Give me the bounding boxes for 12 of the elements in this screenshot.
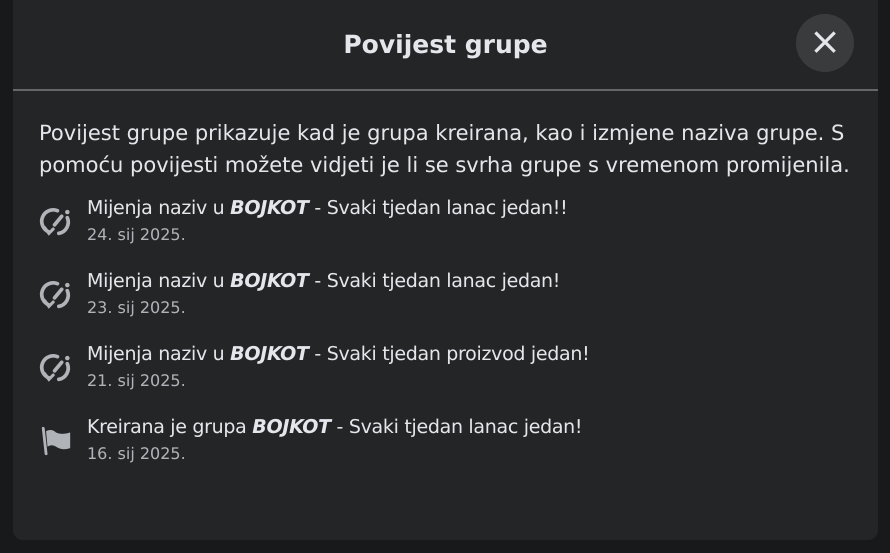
- event-date: 21. sij 2025.: [87, 371, 187, 390]
- event-date: 23. sij 2025.: [87, 298, 187, 317]
- event-text: Mijenja naziv u BOJKOT - Svaki tjedan proizvod jedan!: [87, 343, 590, 365]
- event-date: 16. sij 2025.: [87, 444, 187, 463]
- description-text: Povijest grupe prikazuje kad je grupa kreirana, kao i izmjene naziva grupe. S pomoću povijesti možete vidjeti je li se svrha grupe s vremenom promijenila.: [39, 120, 851, 179]
- event-text: Mijenja naziv u BOJKOT - Svaki tjedan lanac jedan!: [87, 270, 560, 292]
- dialog-title: Povijest grupe: [343, 30, 548, 59]
- close-button[interactable]: ×: [796, 14, 854, 72]
- event-date: 24. sij 2025.: [87, 225, 187, 244]
- event-text: Kreirana je grupa BOJKOT - Svaki tjedan lanac jedan!: [87, 416, 582, 438]
- event-text: Mijenja naziv u BOJKOT - Svaki tjedan lanac jedan!!: [87, 197, 568, 219]
- flag-icon: [39, 424, 73, 458]
